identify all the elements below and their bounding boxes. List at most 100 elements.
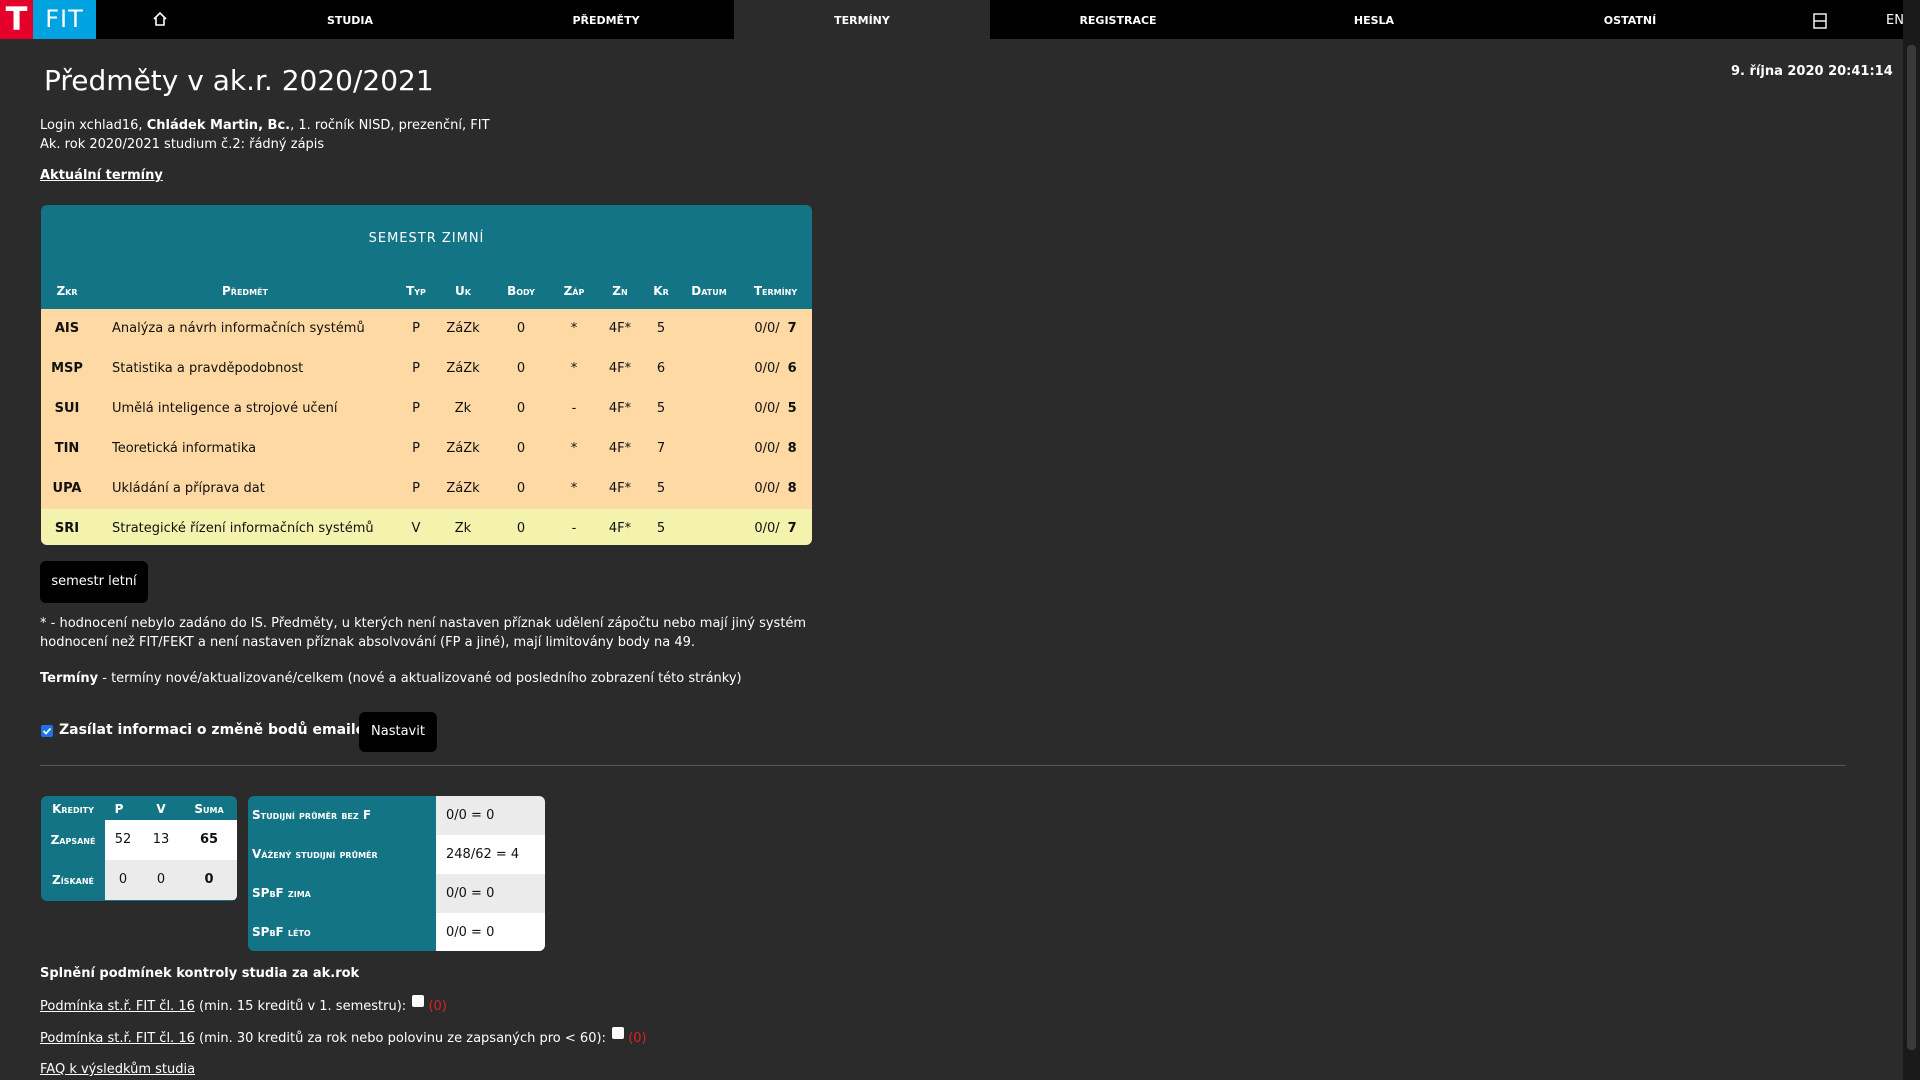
document-icon[interactable] — [1808, 0, 1832, 39]
average-value: 0/0 = 0 — [436, 796, 545, 835]
col-body: Body — [507, 284, 535, 298]
grading-note: * - hodnocení nebylo zadáno do IS. Předm… — [40, 616, 807, 650]
user-info: Login xchlad16, Chládek Martin, Bc., 1. … — [40, 118, 490, 133]
table-row[interactable]: SRI Strategické řízení informačních systé… — [41, 509, 812, 545]
subject-grade: 4F* — [608, 481, 632, 496]
subject-name[interactable]: Umělá inteligence a strojové učení — [112, 389, 388, 429]
average-label: SPbF léto — [252, 925, 311, 939]
subject-code[interactable]: MSP — [41, 349, 93, 389]
email-checkbox-label: Zasílat informaci o změně bodů emailem — [59, 722, 380, 738]
terms-legend: Termíny - termíny nové/aktualizované/cel… — [40, 671, 742, 686]
credits-value: 0 — [156, 872, 166, 887]
subject-date — [679, 469, 739, 509]
subject-name[interactable]: Strategické řízení informačních systémů — [112, 509, 388, 545]
subject-grade: 4F* — [608, 521, 632, 536]
language-switch[interactable]: EN — [1886, 0, 1904, 39]
faq-link[interactable]: FAQ k výsledkům studia — [40, 1062, 195, 1077]
average-value: 0/0 = 0 — [436, 874, 545, 913]
subject-code[interactable]: SRI — [41, 509, 93, 545]
subject-completion: ZáZk — [446, 361, 480, 376]
table-row[interactable]: MSP Statistika a pravděpodobnost P ZáZk 0 * 4F… — [41, 349, 812, 389]
current-datetime: 9. října 2020 20:41:14 — [1731, 64, 1893, 79]
subject-credit: * — [570, 441, 578, 456]
subject-terms: 0/0/7 — [754, 321, 797, 336]
condition-link[interactable]: Podmínka st.ř. FIT čl. 16 — [40, 1031, 195, 1046]
subject-type: P — [412, 401, 420, 416]
subject-completion: ZáZk — [446, 441, 480, 456]
subject-name[interactable]: Teoretická informatika — [112, 429, 388, 469]
subject-date — [679, 309, 739, 349]
nav-registrace[interactable]: Registrace — [1020, 0, 1216, 39]
subject-name[interactable]: Analýza a návrh informačních systémů — [112, 309, 388, 349]
subject-credits: 5 — [656, 521, 666, 536]
home-icon[interactable] — [140, 0, 180, 39]
subject-completion: Zk — [454, 401, 472, 416]
subject-terms: 0/0/8 — [754, 441, 797, 456]
table-row[interactable]: UPA Ukládání a příprava dat P ZáZk 0 * 4F* 5 0/0… — [41, 469, 812, 509]
average-label: Studijní průměr bez F — [252, 808, 372, 822]
subject-terms: 0/0/6 — [754, 361, 797, 376]
divider — [40, 765, 1846, 766]
summer-semester-button[interactable]: semestr letní — [40, 561, 148, 603]
nav-predmety[interactable]: Předměty — [510, 0, 702, 39]
top-navigation: T FIT Studia Předměty Termíny Registrace… — [0, 0, 1920, 39]
nav-terminy[interactable]: Termíny — [734, 0, 990, 39]
credits-sum: 65 — [199, 832, 219, 847]
subject-completion: ZáZk — [446, 481, 480, 496]
table-row[interactable]: AIS Analýza a návrh informačních systémů P… — [41, 309, 812, 349]
subject-grade: 4F* — [608, 401, 632, 416]
subject-credit: - — [571, 521, 577, 536]
subject-name[interactable]: Ukládání a příprava dat — [112, 469, 388, 509]
average-value: 0/0 = 0 — [436, 913, 545, 951]
subject-type: P — [412, 361, 420, 376]
current-terms-link[interactable]: Aktuální termíny — [40, 168, 163, 183]
nav-studia[interactable]: Studia — [254, 0, 446, 39]
averages-table: Studijní průměr bez F 0/0 = 0 Vážený stu… — [248, 796, 545, 951]
subject-name[interactable]: Statistika a pravděpodobnost — [112, 349, 388, 389]
subject-code[interactable]: TIN — [41, 429, 93, 469]
email-checkbox[interactable] — [41, 725, 53, 737]
credits-value: 52 — [114, 832, 132, 847]
subject-points: 0 — [516, 441, 526, 456]
subject-points: 0 — [516, 361, 526, 376]
credits-value: 13 — [152, 832, 170, 847]
subject-type: P — [412, 441, 420, 456]
col-zkr: Zkr — [56, 284, 78, 298]
page-scrollbar[interactable] — [1903, 0, 1920, 1080]
scrollbar-thumb[interactable] — [1907, 45, 1916, 1050]
subject-code[interactable]: SUI — [41, 389, 93, 429]
subject-points: 0 — [516, 321, 526, 336]
subject-date — [679, 349, 739, 389]
condition-link[interactable]: Podmínka st.ř. FIT čl. 16 — [40, 999, 195, 1014]
subject-credit: * — [570, 321, 578, 336]
credits-header-p: P — [114, 802, 124, 816]
subject-credits: 7 — [656, 441, 666, 456]
subject-credit: - — [571, 401, 577, 416]
condition-row: Podmínka st.ř. FIT čl. 16 (min. 15 kredi… — [40, 995, 447, 1014]
average-label: Vážený studijní průměr — [252, 847, 378, 861]
subject-date — [679, 389, 739, 429]
subject-terms: 0/0/8 — [754, 481, 797, 496]
page-title: Předměty v ak.r. 2020/2021 — [44, 64, 434, 97]
logo-t: T — [0, 0, 33, 39]
table-row[interactable]: TIN Teoretická informatika P ZáZk 0 * 4F* 7 0/0/… — [41, 429, 812, 469]
subject-completion: ZáZk — [446, 321, 480, 336]
subject-points: 0 — [516, 521, 526, 536]
condition-checkbox[interactable] — [612, 1027, 625, 1039]
set-button[interactable]: Nastavit — [359, 712, 437, 752]
credits-row-label: Získané — [52, 873, 94, 887]
table-row[interactable]: SUI Umělá inteligence a strojové učení P Zk… — [41, 389, 812, 429]
condition-text: (min. 15 kreditů v 1. semestru): — [194, 999, 407, 1014]
condition-checkbox[interactable] — [412, 995, 425, 1007]
nav-hesla[interactable]: Hesla — [1276, 0, 1472, 39]
study-info: Ak. rok 2020/2021 studium č.2: řádný záp… — [40, 137, 325, 152]
col-predmet: Předmět — [222, 284, 268, 298]
subject-code[interactable]: AIS — [41, 309, 93, 349]
subject-date — [679, 429, 739, 469]
fit-logo[interactable]: T FIT — [0, 0, 96, 39]
credits-value: 0 — [118, 872, 128, 887]
nav-ostatni[interactable]: Ostatní — [1532, 0, 1728, 39]
subject-code[interactable]: UPA — [41, 469, 93, 509]
subject-grade: 4F* — [608, 361, 632, 376]
col-zn: Zn — [612, 284, 628, 298]
